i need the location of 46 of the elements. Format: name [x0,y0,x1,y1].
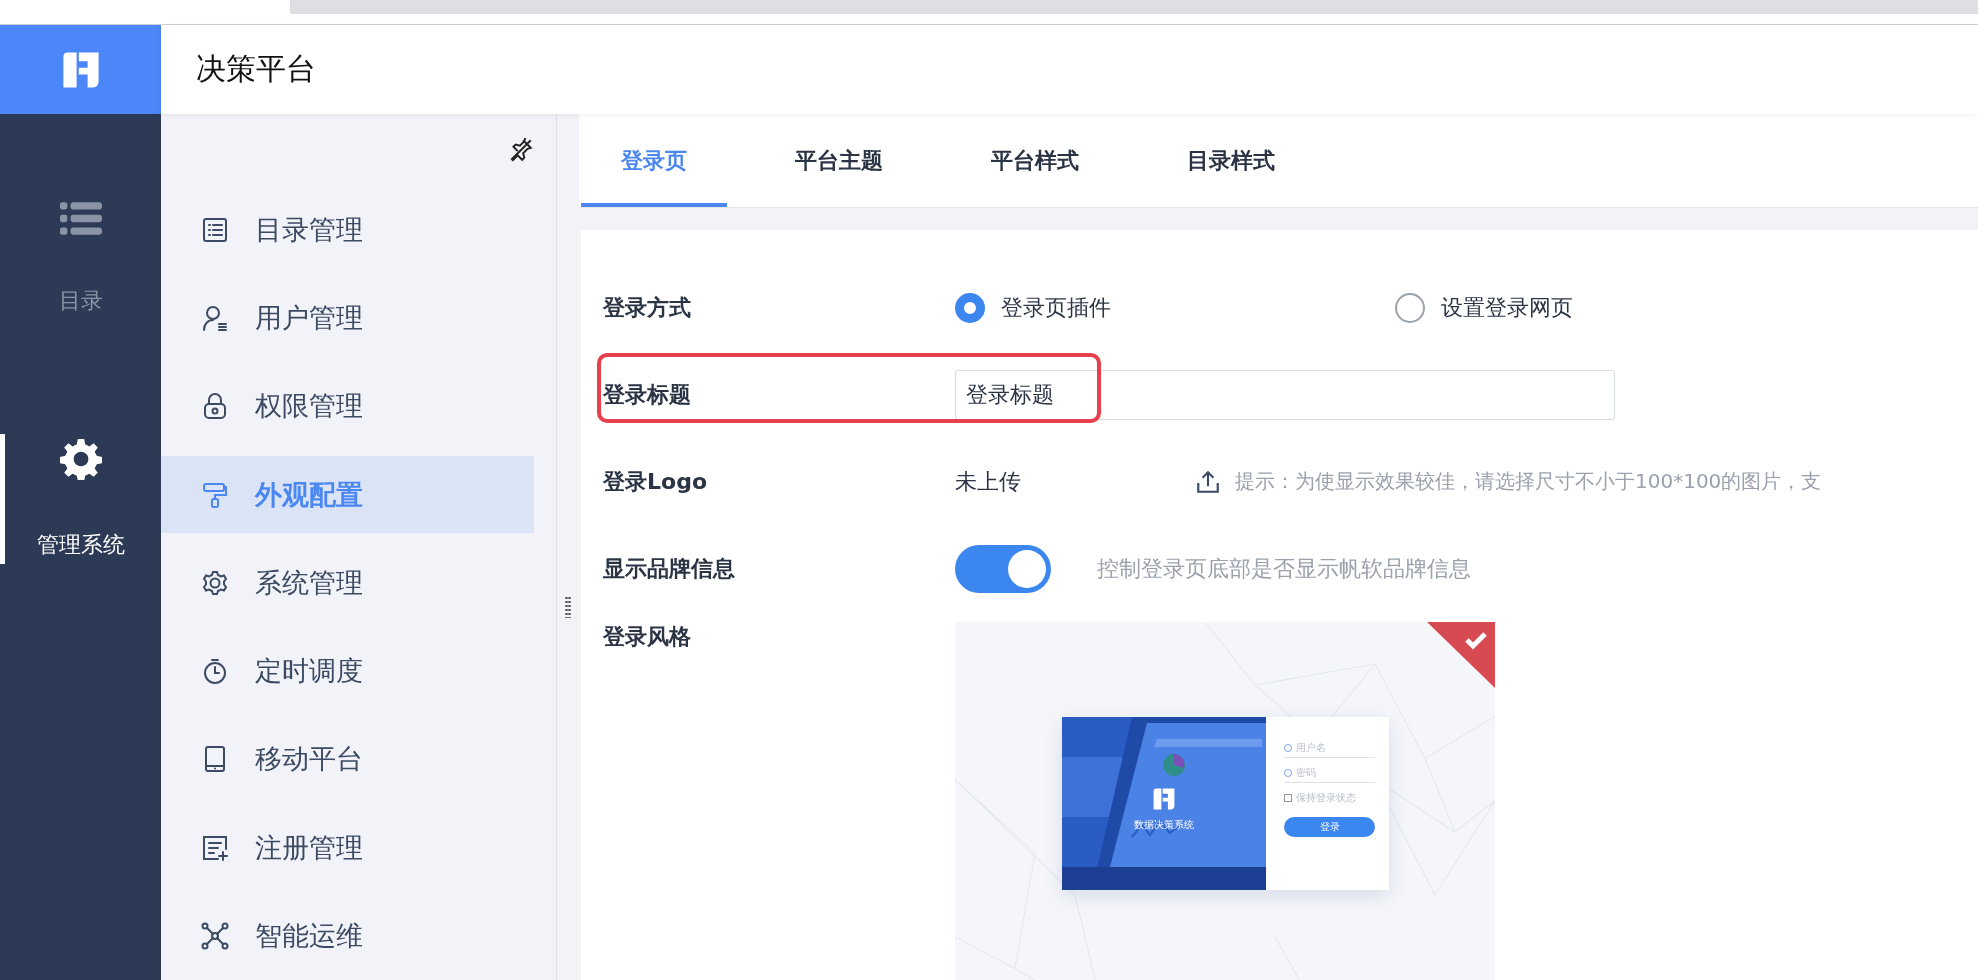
tab[interactable]: 平台主题 [755,114,923,207]
network-icon [201,921,229,950]
rail-item[interactable]: 目录 [0,194,161,324]
menu-item[interactable]: 系统管理 [161,538,534,628]
remember-label: 保持登录状态 [1296,791,1356,805]
list-icon [201,215,229,244]
radio-button[interactable] [1395,292,1425,323]
list-icon [59,202,102,236]
menu-item[interactable]: 目录管理 [161,185,534,274]
field-label: 登录方式 [603,293,691,322]
menu-item[interactable]: 用户管理 [161,273,534,363]
title-input[interactable]: 登录标题 [955,369,1615,420]
tab[interactable]: 平台样式 [951,114,1119,207]
menu-item[interactable]: 注册管理 [161,803,534,892]
unpin-icon[interactable] [508,136,534,163]
radio-option[interactable]: 设置登录网页 [1395,292,1835,323]
toggle-description: 控制登录页底部是否显示帆软品牌信息 [1097,554,1471,583]
menu-item[interactable]: 权限管理 [161,362,534,451]
resize-handle[interactable] [565,596,571,618]
username-placeholder: 用户名 [1296,741,1326,755]
radio-option[interactable]: 登录页插件 [955,292,1395,323]
menu-item[interactable]: 定时调度 [161,627,534,716]
toggle-switch[interactable] [955,544,1051,593]
field-label: 登录标题 [603,380,691,409]
field-label: 登录风格 [603,623,691,651]
stopwatch-icon [201,657,229,686]
preview-app-name: 数据决策系统 [1134,817,1194,832]
tab[interactable]: 目录样式 [1147,114,1315,207]
login-button: 登录 [1284,817,1375,837]
settings-icon [59,438,102,480]
settings-icon [201,568,229,597]
document-plus-icon [201,833,229,862]
menu-item[interactable]: 智能运维 [161,891,534,980]
radio-button[interactable] [955,292,985,323]
login-style-preview[interactable]: 数据决策系统 用户名 密码 保持登录状态 登录 [955,622,1495,980]
hint-text: 提示：为使显示效果较佳，请选择尺寸不小于100*100的图片，支 [1235,468,1822,495]
radio-label: 登录页插件 [1001,293,1111,322]
field-label: 显示品牌信息 [603,554,735,583]
field-label: 登录Logo [603,467,707,496]
menu-item[interactable]: 移动平台 [161,715,534,804]
paint-roller-icon [201,480,229,509]
upload-status: 未上传 [955,467,1022,496]
radio-label: 设置登录网页 [1441,293,1573,322]
upload-icon[interactable] [1195,468,1221,495]
password-placeholder: 密码 [1296,766,1316,780]
app-title: 决策平台 [196,50,316,88]
